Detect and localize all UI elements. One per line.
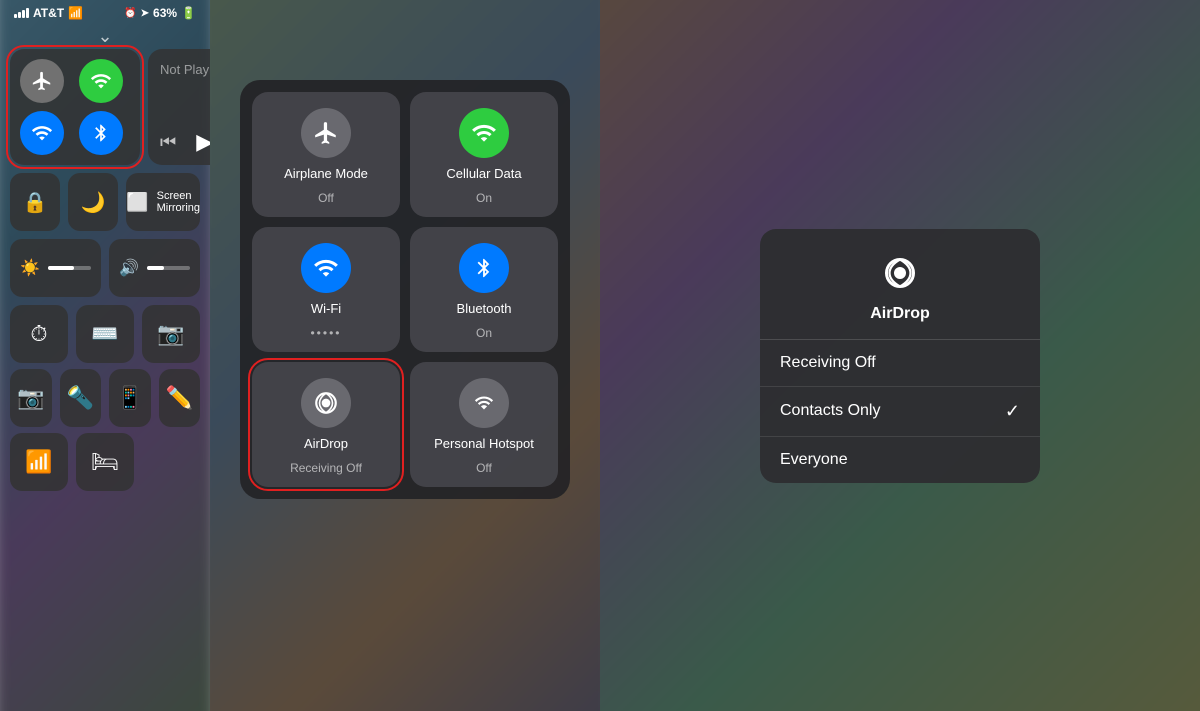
panel-3-airdrop-menu: AirDrop Receiving Off Contacts Only ✓ Ev… <box>600 0 1200 711</box>
airdrop-card: AirDrop Receiving Off Contacts Only ✓ Ev… <box>760 229 1040 483</box>
brightness-icon: ☀️ <box>20 258 40 278</box>
status-left: AT&T 📶 <box>14 6 83 20</box>
cc-container: Not Playing ⊙ ⏮ ▶ ⏭ 🔒 🌙 ⬜ Screen Mirrori… <box>0 49 210 491</box>
signal-bar-1 <box>14 14 17 18</box>
connectivity-block <box>10 49 140 165</box>
exp-bluetooth-label: Bluetooth <box>457 301 512 318</box>
exp-cellular-tile[interactable]: Cellular Data On <box>410 92 558 217</box>
timer-button[interactable]: ⏱ <box>10 305 68 363</box>
carrier-label: AT&T <box>33 6 64 20</box>
cellular-data-button[interactable] <box>79 59 123 103</box>
expanded-cc-widget: Airplane Mode Off Cellular Data On <box>240 80 570 499</box>
exp-airdrop-icon <box>301 378 351 428</box>
airdrop-option-contacts-only[interactable]: Contacts Only ✓ <box>760 387 1040 437</box>
exp-hotspot-icon <box>459 378 509 428</box>
exp-cellular-icon <box>459 108 509 158</box>
volume-slider[interactable]: 🔊 <box>109 239 200 297</box>
bluetooth-button[interactable] <box>79 111 123 155</box>
rewind-button[interactable]: ⏮ <box>160 132 176 153</box>
volume-icon: 🔊 <box>119 258 139 278</box>
brightness-slider[interactable]: ☀️ <box>10 239 101 297</box>
screen-mirror-label: Screen Mirroring <box>157 190 200 214</box>
exp-wifi-icon <box>301 243 351 293</box>
exp-airplane-icon <box>301 108 351 158</box>
contacts-only-label: Contacts Only <box>780 402 880 420</box>
exp-airdrop-tile[interactable]: AirDrop Receiving Off <box>252 362 400 487</box>
everyone-label: Everyone <box>780 451 848 469</box>
exp-bluetooth-icon <box>459 243 509 293</box>
bottom-tiles-row1: ⏱ ⌨️ 📷 <box>10 305 200 363</box>
moon-icon: 🌙 <box>81 190 106 215</box>
play-button[interactable]: ▶ <box>196 129 210 155</box>
panel-1-control-center: AT&T 📶 ⏰ ➤ 63% 🔋 ⌄ <box>0 0 210 711</box>
status-bar: AT&T 📶 ⏰ ➤ 63% 🔋 <box>0 0 210 24</box>
exp-cellular-sub: On <box>476 191 492 205</box>
alarm-icon: ⏰ <box>124 8 136 19</box>
wifi-status-icon: 📶 <box>68 6 83 20</box>
signal-bar-4 <box>26 8 29 18</box>
sliders-row: ☀️ 🔊 <box>10 239 200 297</box>
airdrop-header-icon <box>876 249 924 297</box>
notes-button[interactable]: ✏️ <box>159 369 201 427</box>
airdrop-title: AirDrop <box>870 305 930 323</box>
signal-bar-2 <box>18 12 21 18</box>
exp-airdrop-sub: Receiving Off <box>290 461 362 475</box>
screen-mirror-icon: ⬜ <box>126 192 148 213</box>
brightness-fill <box>48 266 74 270</box>
portrait-lock-button[interactable]: 🔒 <box>10 173 60 231</box>
screen-mirroring-button[interactable]: ⬜ Screen Mirroring <box>126 173 200 231</box>
cc-top-row: Not Playing ⊙ ⏮ ▶ ⏭ <box>10 49 200 165</box>
signal-bar-3 <box>22 10 25 18</box>
exp-airdrop-label: AirDrop <box>304 436 348 453</box>
airdrop-option-receiving-off[interactable]: Receiving Off <box>760 340 1040 387</box>
qr-scan-button[interactable]: 📷 <box>10 369 52 427</box>
panel-2-expanded-cc: Airplane Mode Off Cellular Data On <box>210 0 600 711</box>
status-right: ⏰ ➤ 63% 🔋 <box>124 6 196 20</box>
battery-icon: 🔋 <box>181 6 196 20</box>
keyboard-button[interactable]: ⌨️ <box>76 305 134 363</box>
exp-airplane-sub: Off <box>318 191 334 205</box>
volume-fill <box>147 266 164 270</box>
playback-controls: ⏮ ▶ ⏭ <box>160 129 210 155</box>
airdrop-header: AirDrop <box>760 229 1040 340</box>
airdrop-option-everyone[interactable]: Everyone <box>760 437 1040 483</box>
cc-middle-row: 🔒 🌙 ⬜ Screen Mirroring <box>10 173 200 231</box>
signal-bars <box>14 8 29 18</box>
contacts-only-checkmark: ✓ <box>1005 401 1020 422</box>
navigation-icon: ➤ <box>141 8 149 19</box>
camera-tile[interactable]: 📷 <box>142 305 200 363</box>
swipe-indicator: ⌄ <box>0 24 210 49</box>
brightness-track <box>48 266 91 270</box>
airplane-mode-button[interactable] <box>20 59 64 103</box>
exp-airplane-label: Airplane Mode <box>284 166 368 183</box>
wifi-button[interactable] <box>20 111 64 155</box>
exp-bluetooth-tile[interactable]: Bluetooth On <box>410 227 558 352</box>
airdrop-menu-container: AirDrop Receiving Off Contacts Only ✓ Ev… <box>600 0 1200 711</box>
connectivity-grid: Airplane Mode Off Cellular Data On <box>252 92 558 487</box>
exp-hotspot-sub: Off <box>476 461 492 475</box>
do-not-disturb-button[interactable]: 🌙 <box>68 173 118 231</box>
exp-hotspot-tile[interactable]: Personal Hotspot Off <box>410 362 558 487</box>
receiving-off-label: Receiving Off <box>780 354 876 372</box>
now-playing-block: Not Playing ⊙ ⏮ ▶ ⏭ <box>148 49 210 165</box>
exp-wifi-sub: ••••• <box>310 326 341 340</box>
nfc-button[interactable]: 📶 <box>10 433 68 491</box>
flashlight-button[interactable]: 🔦 <box>60 369 102 427</box>
now-playing-header: Not Playing ⊙ <box>160 59 210 79</box>
bottom-tiles-row2: 📷 🔦 📱 ✏️ <box>10 369 200 427</box>
exp-hotspot-label: Personal Hotspot <box>434 436 534 453</box>
battery-percent: 63% <box>153 6 177 20</box>
portrait-lock-icon: 🔒 <box>23 190 48 215</box>
now-playing-label: Not Playing <box>160 62 210 77</box>
exp-cellular-label: Cellular Data <box>446 166 521 183</box>
exp-wifi-tile[interactable]: Wi-Fi ••••• <box>252 227 400 352</box>
bottom-tiles-row3: 📶 🛏 <box>10 433 200 491</box>
exp-airplane-mode-tile[interactable]: Airplane Mode Off <box>252 92 400 217</box>
sleep-button[interactable]: 🛏 <box>76 433 134 491</box>
remote-button[interactable]: 📱 <box>109 369 151 427</box>
volume-track <box>147 266 190 270</box>
exp-bluetooth-sub: On <box>476 326 492 340</box>
exp-wifi-label: Wi-Fi <box>311 301 341 318</box>
